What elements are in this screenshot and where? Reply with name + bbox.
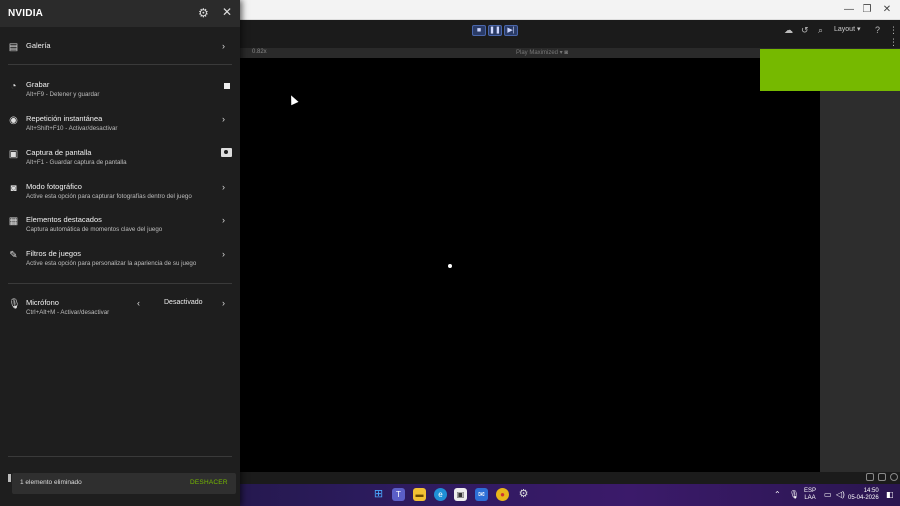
menu-item-subtitle: Captura automática de momentos clave del… xyxy=(26,226,163,233)
chrome-icon[interactable]: ● xyxy=(496,488,509,501)
chevron-right-icon: › xyxy=(222,114,225,124)
close-window-icon[interactable]: ✕ xyxy=(878,2,896,18)
menu-item-subtitle: Alt+Shift+F10 - Activar/desactivar xyxy=(26,125,118,132)
undo-button[interactable]: DESHACER xyxy=(190,479,228,486)
menu-item-subtitle: Alt+F1 - Guardar captura de pantalla xyxy=(26,159,127,166)
menu-item-title: Grabar xyxy=(26,80,50,89)
play-icon[interactable]: ■ xyxy=(472,25,486,36)
chevron-right-icon: › xyxy=(222,41,225,51)
editor-statusbar xyxy=(240,472,900,484)
divider xyxy=(8,64,232,65)
menu-item-instant-replay[interactable]: ◉ Repetición instantánea Alt+Shift+F10 -… xyxy=(0,113,240,143)
inspector-panel xyxy=(820,91,900,472)
chevron-left-icon[interactable]: ‹ xyxy=(137,298,140,308)
folder-icon[interactable]: ▬ xyxy=(413,488,426,501)
footer-mark xyxy=(8,474,11,482)
menu-item-gallery[interactable]: ▤ Galería › xyxy=(0,40,240,70)
menu-item-subtitle: Active esta opción para capturar fotogra… xyxy=(26,193,192,200)
menu-item-title: Repetición instantánea xyxy=(26,114,103,123)
menu-item-title: Galería xyxy=(26,41,51,50)
brand-title: NVIDIA xyxy=(8,8,44,19)
menu-item-title: Micrófono xyxy=(26,298,59,307)
chevron-right-icon: › xyxy=(222,249,225,259)
menu-item-microphone[interactable]: 🎙︎ Micrófono Ctrl+Alt+M - Activar/desact… xyxy=(0,297,240,327)
status-icon-a[interactable] xyxy=(866,473,874,481)
clock-date: 05-04-2026 xyxy=(848,495,879,501)
green-rectangle xyxy=(760,49,900,91)
photo-mode-icon: ◙ xyxy=(10,183,17,194)
toast-message: 1 elemento eliminado xyxy=(20,479,82,486)
menu-item-game-filters[interactable]: ✎ Filtros de juegos Active esta opción p… xyxy=(0,248,240,278)
filters-icon: ✎ xyxy=(9,250,18,261)
play-maximized-dropdown[interactable]: Play Maximized ▾ ◙ xyxy=(516,49,568,56)
overlay-header: NVIDIA ⚙ ✕ xyxy=(0,0,240,27)
play-maximized-label: Play Maximized xyxy=(516,50,559,56)
chevron-right-icon: › xyxy=(222,182,225,192)
clock-time: 14:50 xyxy=(863,488,879,494)
language-indicator[interactable]: ESP LAA xyxy=(804,488,816,502)
tray-chevron-icon[interactable]: ⌃ xyxy=(774,490,781,499)
chevron-right-icon[interactable]: › xyxy=(222,298,225,308)
clock[interactable]: 14:50 05-04-2026 xyxy=(848,488,879,502)
teams-icon[interactable]: T xyxy=(392,488,405,501)
menu-item-highlights[interactable]: ▦ Elementos destacados Captura automátic… xyxy=(0,214,240,244)
layout-dropdown[interactable]: Layout ▾ xyxy=(834,25,861,33)
menu-item-title: Elementos destacados xyxy=(26,215,102,224)
menu-item-subtitle: Ctrl+Alt+M - Activar/desactivar xyxy=(26,309,110,316)
mail-icon[interactable]: ✉ xyxy=(475,488,488,501)
white-dot xyxy=(448,264,452,268)
divider xyxy=(8,456,232,457)
microphone-status: Desactivado xyxy=(164,299,203,306)
layout-label: Layout xyxy=(834,26,856,33)
gear-icon[interactable]: ⚙ xyxy=(198,6,209,20)
status-icon-b[interactable] xyxy=(878,473,886,481)
history-icon[interactable]: ↺ xyxy=(801,25,809,36)
record-icon: ◔ xyxy=(10,81,17,92)
menu-item-photo-mode[interactable]: ◙ Modo fotográfico Active esta opción pa… xyxy=(0,181,240,211)
replay-icon: ◉ xyxy=(9,115,18,126)
menu-item-subtitle: Alt+F9 - Detener y guardar xyxy=(26,91,100,98)
menu-item-title: Captura de pantalla xyxy=(26,148,92,157)
edge-icon[interactable]: e xyxy=(434,488,447,501)
tray-network-icon[interactable]: ▭ xyxy=(824,490,832,499)
help-icon[interactable]: ? xyxy=(875,25,880,35)
language-code: ESP xyxy=(804,488,817,494)
notification-icon[interactable]: ◧ xyxy=(886,490,894,499)
tray-mic-icon[interactable]: 🎙︎ xyxy=(789,490,799,499)
nvidia-overlay-panel: NVIDIA ⚙ ✕ ▤ Galería › ◔ Grabar Alt+F9 -… xyxy=(0,0,240,506)
panel-menu-icon[interactable]: ⋮ xyxy=(889,37,898,48)
menu-item-screenshot[interactable]: ▣ Captura de pantalla Alt+F1 - Guardar c… xyxy=(0,147,240,177)
step-icon[interactable]: ▶| xyxy=(504,25,518,36)
divider xyxy=(8,283,232,284)
settings-app-icon[interactable]: ⚙ xyxy=(517,488,530,501)
menu-item-subtitle: Active esta opción para personalizar la … xyxy=(26,260,197,267)
tray-volume-icon[interactable]: ◁) xyxy=(836,490,845,499)
status-icon-c[interactable] xyxy=(890,473,898,481)
highlights-icon: ▦ xyxy=(8,216,19,227)
keyboard-layout: LAA xyxy=(804,495,816,501)
zoom-level: 0.82x xyxy=(252,49,267,55)
start-icon[interactable]: ⊞ xyxy=(372,488,385,501)
store-icon[interactable]: ▣ xyxy=(454,488,467,501)
chevron-right-icon: › xyxy=(222,215,225,225)
menu-item-title: Modo fotográfico xyxy=(26,182,82,191)
menu-item-record[interactable]: ◔ Grabar Alt+F9 - Detener y guardar xyxy=(0,79,240,109)
cloud-icon[interactable]: ☁ xyxy=(784,25,793,36)
toast-notification: 1 elemento eliminado DESHACER xyxy=(12,473,236,494)
screenshot-icon: ▣ xyxy=(8,149,19,160)
maximize-icon[interactable]: ❐ xyxy=(858,2,876,18)
microphone-icon: 🎙︎ xyxy=(8,299,21,310)
search-icon[interactable]: ⌕ xyxy=(818,25,823,36)
more-icon[interactable]: ⋮ xyxy=(889,25,898,36)
menu-item-title: Filtros de juegos xyxy=(26,249,82,258)
gallery-icon: ▤ xyxy=(8,42,19,53)
game-viewport[interactable] xyxy=(240,58,820,472)
pause-icon[interactable]: ❚❚ xyxy=(488,25,502,36)
camera-icon[interactable] xyxy=(221,148,232,157)
stop-icon[interactable] xyxy=(224,83,230,89)
close-icon[interactable]: ✕ xyxy=(222,5,232,19)
minimize-icon[interactable]: — xyxy=(840,2,858,18)
